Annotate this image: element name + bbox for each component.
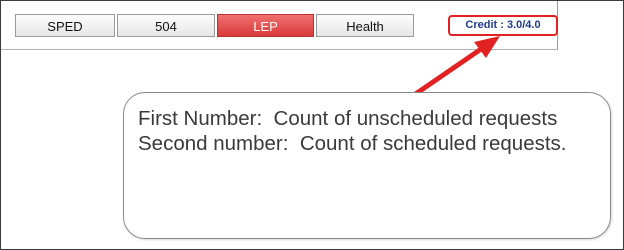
tab-504[interactable]: 504 (117, 14, 215, 37)
callout-line-second-number: Second number: Count of scheduled reques… (138, 131, 567, 155)
tab-sped[interactable]: SPED (15, 14, 115, 37)
credit-indicator: Credit : 3.0/4.0 (448, 15, 558, 36)
tab-lep[interactable]: LEP (217, 14, 314, 37)
callout-line-first-number: First Number: Count of unscheduled reque… (138, 107, 558, 130)
tab-health[interactable]: Health (316, 14, 414, 37)
annotation-callout: First Number: Count of unscheduled reque… (123, 92, 611, 239)
